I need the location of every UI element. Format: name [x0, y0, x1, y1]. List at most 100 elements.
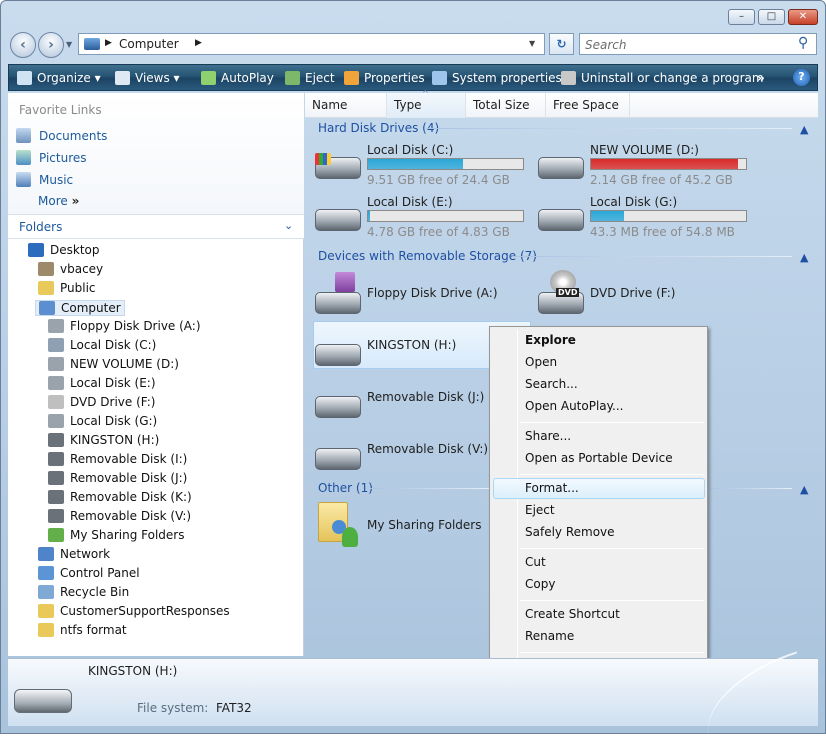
menu-item[interactable]: Open AutoPlay... — [525, 399, 623, 413]
address-path[interactable]: Computer — [119, 37, 179, 51]
close-button[interactable]: ✕ — [788, 9, 818, 25]
help-icon[interactable]: ? — [793, 69, 810, 86]
address-dropdown-icon[interactable]: ▼ — [529, 39, 535, 48]
tree-item[interactable]: Local Disk (E:) — [48, 376, 156, 390]
tree-item[interactable]: Control Panel — [38, 566, 140, 580]
programs-icon — [561, 71, 576, 85]
forward-arrow-icon: › — [48, 37, 54, 53]
column-name[interactable]: Name — [305, 93, 387, 118]
tree-item[interactable]: Computer — [35, 300, 125, 316]
menu-item[interactable]: Explore — [525, 333, 576, 347]
collapse-group-icon[interactable]: ▲ — [800, 251, 808, 264]
tree-item[interactable]: Removable Disk (K:) — [48, 490, 192, 504]
favorite-more[interactable]: More » — [38, 194, 79, 208]
tree-item[interactable]: Recycle Bin — [38, 585, 129, 599]
tree-item[interactable]: KINGSTON (H:) — [48, 433, 159, 447]
drive-name[interactable]: Floppy Disk Drive (A:) — [367, 286, 498, 300]
system-icon — [432, 71, 447, 85]
tree-item[interactable]: Network — [38, 547, 110, 561]
music-icon — [16, 172, 31, 187]
hard-drive-icon[interactable] — [538, 209, 584, 231]
favorite-documents[interactable]: Documents — [16, 128, 107, 143]
collapse-group-icon[interactable]: ▲ — [800, 123, 808, 136]
usb-drive-icon[interactable] — [315, 344, 361, 366]
tree-item[interactable]: Local Disk (C:) — [48, 338, 156, 352]
drive-name[interactable]: Removable Disk (V:) — [367, 442, 488, 456]
menu-item[interactable]: Eject — [525, 503, 555, 517]
group-hard-disk-drives[interactable]: Hard Disk Drives (4) — [318, 121, 439, 135]
removable-disk-icon[interactable] — [315, 448, 361, 470]
drive-name[interactable]: Removable Disk (J:) — [367, 390, 484, 404]
properties-button[interactable]: Properties — [344, 71, 425, 85]
menu-item[interactable]: Search... — [525, 377, 578, 391]
group-removable-storage[interactable]: Devices with Removable Storage (7) — [318, 249, 537, 263]
favorite-music[interactable]: Music — [16, 172, 73, 187]
removable-disk-icon[interactable] — [315, 396, 361, 418]
eject-button[interactable]: Eject — [285, 71, 335, 85]
tree-item[interactable]: Removable Disk (I:) — [48, 452, 187, 466]
collapse-group-icon[interactable]: ▲ — [800, 483, 808, 496]
minimize-button[interactable]: – — [728, 9, 755, 25]
floppy-disk-icon — [335, 272, 355, 292]
menu-item[interactable]: Open — [525, 355, 557, 369]
tree-item[interactable]: vbacey — [38, 262, 103, 276]
hard-drive-icon[interactable] — [538, 157, 584, 179]
menu-separator — [520, 422, 704, 423]
maximize-button[interactable]: □ — [758, 9, 785, 25]
tree-item[interactable]: Removable Disk (V:) — [48, 509, 191, 523]
column-total-size[interactable]: Total Size — [466, 93, 546, 118]
tree-item[interactable]: My Sharing Folders — [48, 528, 185, 542]
usb-drive-icon — [48, 490, 64, 504]
tree-item[interactable]: Local Disk (G:) — [48, 414, 157, 428]
drive-name[interactable]: Local Disk (G:) — [590, 195, 677, 209]
breadcrumb-arrow-icon[interactable]: ▶ — [105, 38, 112, 48]
tree-item[interactable]: Desktop — [28, 243, 100, 257]
menu-item[interactable]: Copy — [525, 577, 555, 591]
tree-item[interactable]: DVD Drive (F:) — [48, 395, 155, 409]
tree-item[interactable]: Floppy Disk Drive (A:) — [48, 319, 201, 333]
tree-item[interactable]: Public — [38, 281, 96, 295]
search-input[interactable]: Search — [585, 38, 627, 52]
collapse-chevron-icon[interactable]: ⌄ — [284, 219, 293, 232]
floppy-drive-icon[interactable] — [315, 292, 361, 314]
menu-item[interactable]: Open as Portable Device — [525, 451, 673, 465]
drive-name[interactable]: KINGSTON (H:) — [367, 338, 456, 352]
back-button[interactable]: ‹ — [10, 32, 36, 58]
organize-button[interactable]: Organize ▾ — [17, 71, 101, 85]
menu-item[interactable]: Format... — [525, 481, 579, 495]
drive-name[interactable]: Local Disk (C:) — [367, 143, 453, 157]
search-box[interactable]: Search ⚲ — [579, 33, 817, 55]
menu-item[interactable]: Safely Remove — [525, 525, 615, 539]
group-other[interactable]: Other (1) — [318, 481, 373, 495]
menu-item[interactable]: Rename — [525, 629, 574, 643]
column-free-space[interactable]: Free Space — [546, 93, 630, 118]
address-bar[interactable]: ▶ Computer ▶ ▼ — [78, 33, 545, 55]
tree-item[interactable]: Removable Disk (J:) — [48, 471, 187, 485]
drive-name[interactable]: NEW VOLUME (D:) — [590, 143, 699, 157]
forward-button[interactable]: › — [38, 32, 64, 58]
system-properties-button[interactable]: System properties — [432, 71, 562, 85]
tree-item[interactable]: NEW VOLUME (D:) — [48, 357, 179, 371]
drive-name[interactable]: DVD Drive (F:) — [590, 286, 675, 300]
menu-item[interactable]: Cut — [525, 555, 546, 569]
autoplay-button[interactable]: AutoPlay — [201, 71, 274, 85]
tree-item[interactable]: ntfs format — [38, 623, 127, 637]
views-button[interactable]: Views ▾ — [115, 71, 180, 85]
refresh-icon[interactable]: ↻ — [549, 33, 574, 55]
item-name[interactable]: My Sharing Folders — [367, 518, 482, 532]
favorite-pictures[interactable]: Pictures — [16, 150, 87, 165]
windows-logo-icon — [315, 153, 331, 165]
menu-item[interactable]: Share... — [525, 429, 571, 443]
tree-item[interactable]: CustomerSupportResponses — [38, 604, 230, 618]
uninstall-program-button[interactable]: Uninstall or change a program — [561, 71, 764, 85]
folders-header[interactable]: Folders ⌄ — [8, 214, 304, 239]
recent-pages-dropdown[interactable]: ▼ — [66, 40, 72, 49]
menu-item[interactable]: Create Shortcut — [525, 607, 620, 621]
toolbar-overflow-button[interactable]: » — [757, 71, 765, 85]
drive-name[interactable]: Local Disk (E:) — [367, 195, 453, 209]
hard-drive-icon[interactable] — [315, 209, 361, 231]
breadcrumb-arrow-icon[interactable]: ▶ — [195, 38, 202, 48]
usb-drive-icon — [48, 452, 64, 466]
search-icon[interactable]: ⚲ — [798, 35, 808, 51]
computer-icon — [39, 301, 55, 315]
